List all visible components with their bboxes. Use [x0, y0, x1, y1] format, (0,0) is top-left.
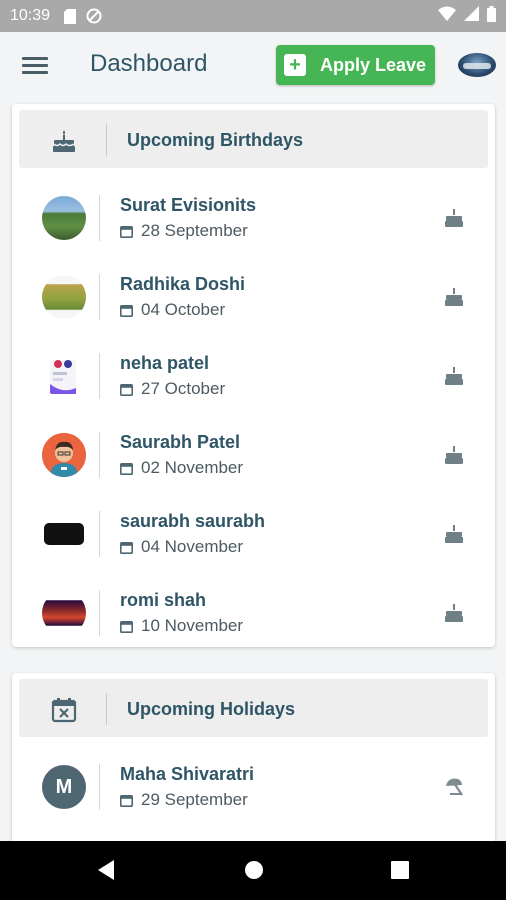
holiday-date: 29 September [120, 790, 248, 810]
birthday-row[interactable]: Surat Evisionits 28 September [12, 183, 495, 262]
sd-card-icon [64, 8, 77, 24]
holiday-row[interactable]: M Maha Shivaratri 29 September [12, 752, 495, 831]
calendar-icon [120, 541, 133, 554]
header-divider [106, 693, 107, 725]
menu-icon[interactable] [22, 54, 48, 76]
birthday-date-text: 28 September [141, 221, 248, 240]
signal-icon [464, 6, 479, 26]
cake-icon[interactable] [444, 365, 464, 387]
avatar [42, 512, 86, 556]
calendar-icon [120, 462, 133, 475]
birthday-date-text: 04 November [141, 537, 244, 556]
battery-icon [487, 5, 496, 27]
cake-icon[interactable] [444, 207, 464, 229]
do-not-disturb-icon [86, 8, 102, 24]
holiday-initial-avatar: M [42, 765, 86, 809]
birthday-date-text: 10 November [141, 616, 244, 635]
page-title: Dashboard [90, 50, 208, 77]
birthday-date: 28 September [120, 221, 248, 241]
row-divider [99, 432, 100, 478]
profile-avatar[interactable] [458, 53, 496, 77]
row-divider [99, 353, 100, 399]
person-name: romi shah [120, 590, 207, 610]
home-icon[interactable] [243, 859, 265, 881]
avatar [42, 433, 86, 477]
upcoming-birthdays-card: Upcoming Birthdays Surat Evisionits 28 S… [12, 104, 495, 647]
cake-icon[interactable] [444, 444, 464, 466]
birthday-date: 27 October [120, 379, 225, 399]
birthday-row[interactable]: Radhika Doshi 04 October [12, 262, 495, 341]
avatar [42, 196, 86, 240]
row-divider [99, 274, 100, 320]
avatar [42, 591, 86, 635]
status-time: 10:39 [10, 7, 51, 24]
birthday-row[interactable]: saurabh saurabh 04 November [12, 499, 495, 578]
person-name: Radhika Doshi [120, 274, 246, 294]
birthday-date: 10 November [120, 616, 243, 636]
cake-icon [51, 128, 77, 154]
birthday-date-text: 02 November [141, 458, 244, 477]
apply-leave-button[interactable]: + Apply Leave [276, 45, 435, 85]
status-bar: 10:39 [0, 0, 506, 32]
cake-icon[interactable] [444, 523, 464, 545]
apply-leave-label: Apply Leave [320, 54, 427, 75]
cake-icon[interactable] [444, 602, 464, 624]
plus-icon: + [284, 54, 306, 76]
person-name: Saurabh Patel [120, 432, 241, 452]
calendar-icon [120, 383, 133, 396]
birthday-date: 04 November [120, 537, 243, 557]
person-name: Surat Evisionits [120, 195, 257, 215]
avatar [42, 275, 86, 319]
holiday-date-text: 29 September [141, 790, 248, 809]
system-nav-bar [0, 841, 506, 900]
birthday-date: 02 November [120, 458, 243, 478]
holidays-header: Upcoming Holidays [19, 679, 488, 737]
back-icon[interactable] [96, 859, 116, 881]
row-divider [99, 764, 100, 810]
birthday-date: 04 October [120, 300, 225, 320]
birthday-row[interactable]: romi shah 10 November [12, 578, 495, 657]
holidays-title: Upcoming Holidays [127, 699, 296, 719]
app-bar: Dashboard + Apply Leave [0, 32, 506, 100]
beach-umbrella-icon[interactable] [444, 776, 464, 798]
person-name: neha patel [120, 353, 210, 373]
calendar-icon [120, 225, 133, 238]
row-divider [99, 195, 100, 241]
holiday-name: Maha Shivaratri [120, 764, 255, 784]
birthday-row[interactable]: Saurabh Patel 02 November [12, 420, 495, 499]
calendar-icon [120, 620, 133, 633]
row-divider [99, 511, 100, 557]
row-divider [99, 590, 100, 636]
calendar-icon [120, 794, 133, 807]
birthdays-header: Upcoming Birthdays [19, 110, 488, 168]
birthday-date-text: 04 October [141, 300, 226, 319]
wifi-icon [438, 6, 456, 26]
birthdays-title: Upcoming Birthdays [127, 130, 304, 150]
calendar-x-icon [51, 697, 77, 723]
header-divider [106, 124, 107, 156]
birthday-date-text: 27 October [141, 379, 226, 398]
upcoming-holidays-card: Upcoming Holidays M Maha Shivaratri 29 S… [12, 673, 495, 853]
avatar [42, 354, 86, 398]
birthday-row[interactable]: neha patel 27 October [12, 341, 495, 420]
calendar-icon [120, 304, 133, 317]
cake-icon[interactable] [444, 286, 464, 308]
person-name: saurabh saurabh [120, 511, 266, 531]
recents-icon[interactable] [390, 859, 410, 881]
